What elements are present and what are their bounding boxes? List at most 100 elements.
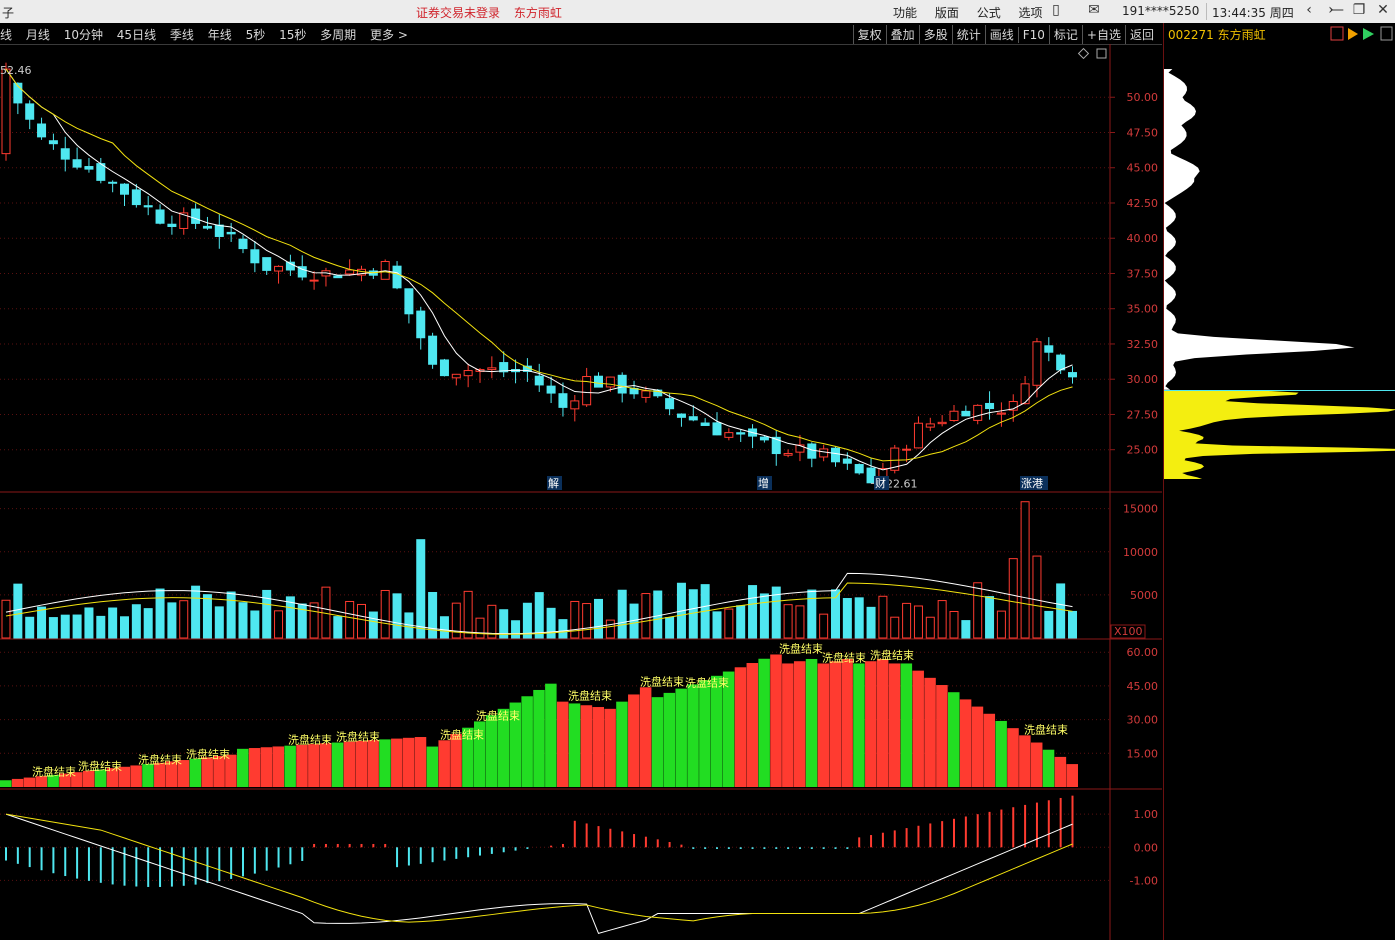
candle-body [546, 385, 556, 394]
chip-icon[interactable] [1330, 26, 1344, 41]
play-icon[interactable] [1348, 28, 1358, 40]
tool-stats[interactable]: 统计 [951, 25, 985, 44]
volume-bar [842, 598, 852, 639]
period-5sec[interactable]: 5秒 [246, 28, 266, 42]
close-icon[interactable]: ✕ [1374, 2, 1392, 18]
indicator-bar [450, 733, 462, 787]
candle-body [439, 359, 449, 377]
indicator-bar [995, 720, 1007, 787]
volume-bar [961, 620, 971, 639]
volume-bar [819, 613, 829, 639]
period-quarter[interactable]: 季线 [170, 28, 194, 42]
indicator-bar [568, 703, 581, 787]
kline-chart[interactable]: 50.00 47.50 45.00 42.50 40.00 37.50 35.00 32.50… [0, 44, 1162, 940]
menu-layout[interactable]: 版面 [935, 6, 959, 20]
signal-label: 洗盘结束 [288, 733, 332, 747]
indicator-bar [817, 663, 830, 787]
period-week[interactable]: 线 [0, 28, 12, 42]
volume-bar [202, 594, 212, 639]
candle-body [416, 310, 426, 339]
menu-options[interactable]: 选项 [1019, 6, 1043, 20]
period-more[interactable]: 更多 > [370, 28, 408, 42]
candle-body [131, 189, 141, 206]
volume-bar [736, 605, 746, 639]
tool-add-watchlist[interactable]: +自选 [1081, 25, 1125, 44]
indicator-bar [936, 685, 948, 787]
back-icon[interactable]: ‹ [1300, 2, 1318, 18]
signal-label: 洗盘结束 [1024, 722, 1068, 736]
candle-body [463, 370, 473, 377]
indicator-bar [142, 764, 154, 787]
tool-draw[interactable]: 画线 [984, 25, 1018, 44]
indicator-bar [971, 706, 984, 787]
trade-login-status[interactable]: 证券交易未登录 [416, 6, 500, 20]
indicator-bar [711, 675, 723, 787]
indicator-bar [414, 737, 427, 787]
period-45day[interactable]: 45日线 [117, 28, 156, 42]
candle-body [274, 265, 284, 272]
indicator-bar [533, 689, 545, 787]
tool-adjust[interactable]: 复权 [852, 25, 886, 44]
window-title-fragment: 子 [2, 6, 15, 20]
tool-f10[interactable]: F10 [1017, 27, 1049, 43]
indicator-bar [1019, 735, 1031, 787]
indicator-bar [260, 747, 273, 787]
candle-body [759, 436, 769, 441]
forward-icon[interactable] [1363, 28, 1374, 40]
indicator-bar [485, 715, 498, 787]
candle-body [202, 225, 212, 229]
phone-icon[interactable]: ▯ [1047, 2, 1065, 18]
indicator-bar [248, 748, 261, 787]
period-multi[interactable]: 多周期 [320, 28, 356, 42]
account-number[interactable]: 191****5250 [1122, 4, 1199, 18]
indicator-bar [331, 742, 344, 787]
volume-bar [937, 600, 947, 639]
minimize-icon[interactable]: — [1328, 2, 1346, 18]
indicator-bar [556, 701, 569, 787]
signal-label: 洗盘结束 [640, 674, 684, 688]
period-selector: 线 月线 10分钟 45日线 季线 年线 5秒 15秒 多周期 更多 > [0, 26, 418, 43]
candle-body [534, 375, 544, 386]
price-tick-label: 45.00 [1127, 162, 1159, 175]
volume-bar [558, 619, 568, 639]
indicator-bar [900, 663, 913, 787]
low-price-label: 22.61 [886, 477, 918, 490]
price-tick-label: 32.50 [1127, 338, 1159, 351]
period-month[interactable]: 月线 [26, 28, 50, 42]
volume-bar [167, 602, 177, 639]
volume-bar [534, 592, 544, 639]
tool-back[interactable]: 返回 [1124, 25, 1158, 44]
period-year[interactable]: 年线 [208, 28, 232, 42]
menu-function[interactable]: 功能 [893, 6, 917, 20]
volume-bar [1008, 558, 1018, 639]
volume-bar [274, 610, 284, 639]
indicator-bar [296, 744, 308, 787]
indicator-bar [308, 744, 320, 787]
indicator-bar [367, 740, 379, 787]
candle-body [842, 458, 852, 464]
clock: 13:44:35 周四 [1212, 6, 1294, 20]
candle-body [25, 103, 35, 120]
menu-formula[interactable]: 公式 [977, 6, 1001, 20]
period-15sec[interactable]: 15秒 [279, 28, 306, 42]
candle-body [84, 166, 94, 170]
tool-mark[interactable]: 标记 [1048, 25, 1082, 44]
candle-body [854, 464, 864, 474]
volume-bar [214, 606, 224, 639]
candle-body [558, 393, 568, 408]
mail-icon[interactable]: ✉ [1085, 2, 1103, 18]
tool-overlay[interactable]: 叠加 [885, 25, 919, 44]
indicator-bar [604, 708, 616, 787]
indicator-bar [628, 694, 640, 787]
page-icon[interactable] [1380, 26, 1393, 41]
period-10min[interactable]: 10分钟 [64, 28, 103, 42]
indicator-bar [876, 658, 889, 787]
candle-body [309, 279, 319, 282]
volume-bar [985, 596, 995, 639]
chart-toolbar: 线 月线 10分钟 45日线 季线 年线 5秒 15秒 多周期 更多 > 复权叠… [0, 23, 1162, 45]
maximize-icon[interactable]: ❐ [1350, 2, 1368, 18]
event-label: 涨港 [1021, 477, 1043, 490]
volume-bar [345, 600, 355, 639]
signal-label: 洗盘结束 [186, 747, 230, 761]
tool-multi-stock[interactable]: 多股 [918, 25, 952, 44]
